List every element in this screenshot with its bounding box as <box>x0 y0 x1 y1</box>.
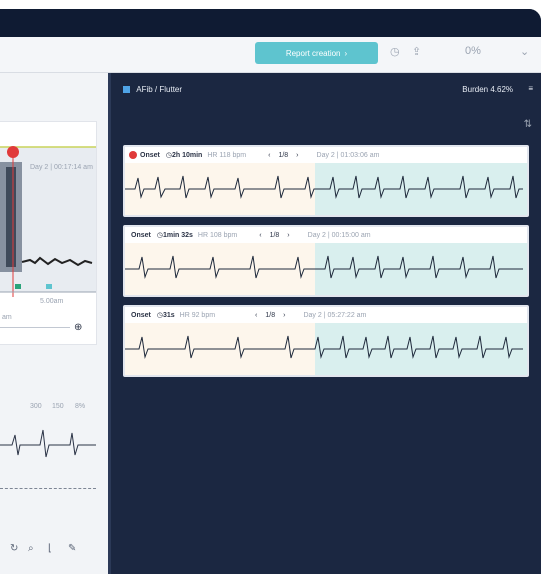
chevron-down-icon[interactable]: ⌄ <box>520 45 529 58</box>
overview-chart <box>0 146 96 297</box>
chevron-right-icon: › <box>344 48 348 58</box>
rotate-icon[interactable]: ↻ <box>10 543 18 554</box>
prev-icon[interactable]: ‹ <box>268 152 270 159</box>
top-toolbar: Report creation › ◷ ⇪ 0% ⌄ <box>0 37 541 73</box>
tick-1: 300 <box>30 403 42 410</box>
events-header: AFib / Flutter Burden 4.62% ≡ <box>123 84 533 105</box>
page-indicator: 1/8 <box>278 151 289 159</box>
caliper-icon[interactable]: ⌊ <box>48 543 52 554</box>
strip-date: Day 2 | 01:03:06 am <box>316 151 380 159</box>
duration: 31s <box>162 311 175 319</box>
ecg-trace-2 <box>125 255 523 279</box>
share-icon[interactable]: ⇪ <box>412 45 421 58</box>
left-panel: Day 2 | 00:17:14 am 5.00am am ⊕ 300 150 … <box>0 73 108 574</box>
events-title: AFib / Flutter <box>136 85 183 94</box>
next-icon[interactable]: › <box>283 312 285 319</box>
menu-icon[interactable]: ≡ <box>528 84 533 93</box>
ecg-overview-card: Day 2 | 00:17:14 am 5.00am am ⊕ <box>0 121 97 345</box>
scale-label: 5.00am <box>40 298 64 305</box>
duration: 1min 32s <box>162 231 193 239</box>
heart-rate: HR 118 bpm <box>207 151 247 159</box>
prev-icon[interactable]: ‹ <box>255 312 257 319</box>
left-toolbar: ↻ ⌕ ⌊ ✎ <box>0 543 104 571</box>
magnifier-icon[interactable]: ⌕ <box>28 543 34 554</box>
heart-rate: HR 108 bpm <box>197 231 238 239</box>
onset-label: Onset <box>131 311 151 319</box>
event-strip-3[interactable]: Onset ◷ 31s HR 92 bpm ‹ 1/8 › Day 2 | 05… <box>123 305 529 377</box>
marker-dot[interactable] <box>7 146 19 158</box>
strip-3-header: Onset ◷ 31s HR 92 bpm ‹ 1/8 › Day 2 | 05… <box>125 307 527 323</box>
axis-label: am <box>2 314 12 321</box>
heart-rate: HR 92 bpm <box>179 311 216 319</box>
ecg-trace-1 <box>125 175 523 199</box>
duration: 2h 10min <box>171 151 203 159</box>
alert-icon <box>129 151 137 159</box>
strip-date: Day 2 | 05:27:22 am <box>303 311 367 319</box>
clock-icon[interactable]: ◷ <box>390 45 400 58</box>
page-indicator: 1/8 <box>269 231 280 239</box>
burden-label: Burden 4.62% <box>462 85 513 94</box>
ecg-trace-3 <box>125 335 523 359</box>
window-titlebar <box>0 9 541 37</box>
event-strip-2[interactable]: Onset ◷ 1min 32s HR 108 bpm ‹ 1/8 › Day … <box>123 225 529 297</box>
strip-date: Day 2 | 00:15:00 am <box>307 231 371 239</box>
mini-ecg <box>0 429 96 458</box>
report-button-label: Report creation <box>285 48 341 58</box>
zoom-level[interactable]: 0% <box>465 45 481 57</box>
divider <box>0 488 96 489</box>
next-icon[interactable]: › <box>296 152 298 159</box>
pencil-icon[interactable]: ✎ <box>68 543 76 554</box>
zoom-in-icon[interactable]: ⊕ <box>74 322 82 333</box>
zoom-slider[interactable] <box>0 327 70 328</box>
onset-label: Onset <box>131 231 151 239</box>
tick-3: 8% <box>75 403 86 410</box>
prev-icon[interactable]: ‹ <box>259 232 261 239</box>
events-panel: AFib / Flutter Burden 4.62% ≡ ⇅ Onset ◷ … <box>108 73 541 574</box>
app-window: Report creation › ◷ ⇪ 0% ⌄ Day 2 | 00:17… <box>0 9 541 574</box>
next-icon[interactable]: › <box>287 232 289 239</box>
tick-2: 150 <box>52 403 64 410</box>
report-creation-button[interactable]: Report creation › <box>255 42 378 64</box>
onset-label: Onset <box>140 151 160 159</box>
strip-1-header: Onset ◷ 2h 10min HR 118 bpm ‹ 1/8 › Day … <box>125 147 527 163</box>
event-strip-1[interactable]: Onset ◷ 2h 10min HR 118 bpm ‹ 1/8 › Day … <box>123 145 529 217</box>
checkbox-icon[interactable] <box>123 86 130 94</box>
strip-2-header: Onset ◷ 1min 32s HR 108 bpm ‹ 1/8 › Day … <box>125 227 527 243</box>
page-indicator: 1/8 <box>265 311 276 319</box>
overview-timestamp: Day 2 | 00:17:14 am <box>30 164 93 171</box>
sort-icon[interactable]: ⇅ <box>524 119 532 130</box>
